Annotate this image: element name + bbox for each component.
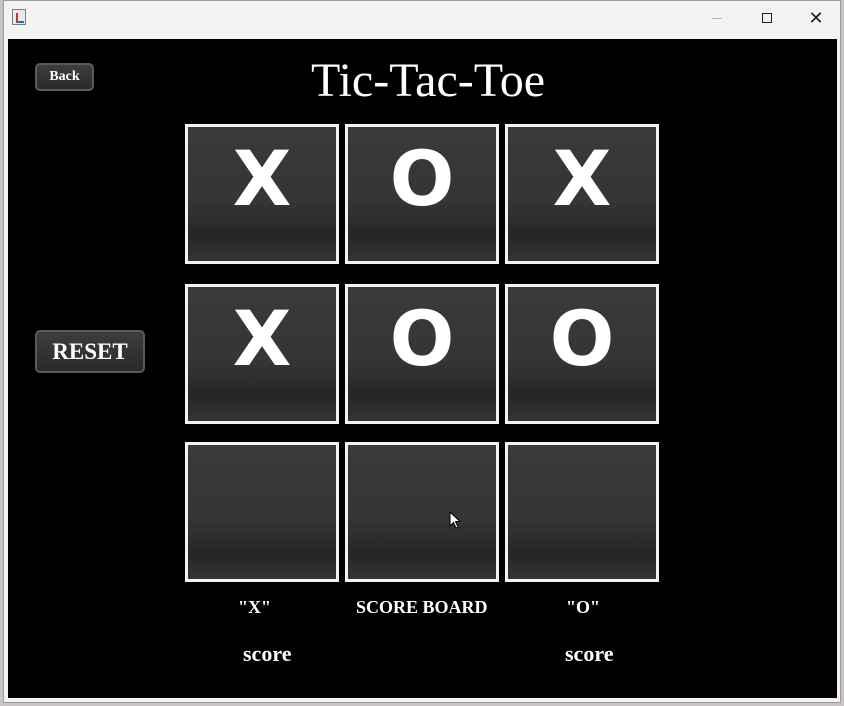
x-score-label: "X" xyxy=(238,597,271,617)
title-bar: ✕ xyxy=(4,1,840,37)
board-cell-r2c2[interactable]: O xyxy=(345,284,499,424)
o-score-value: score xyxy=(565,641,614,666)
reset-button[interactable]: RESET xyxy=(35,330,145,373)
app-window: ✕ Tic-Tac-Toe Back RESET X O X X O O "X"… xyxy=(3,0,841,703)
minimize-icon xyxy=(712,17,722,19)
minimize-button[interactable] xyxy=(694,1,740,35)
board-cell-r1c2[interactable]: O xyxy=(345,124,499,264)
board-cell-r1c3[interactable]: X xyxy=(505,124,659,264)
maximize-button[interactable] xyxy=(744,1,790,35)
mouse-cursor-icon xyxy=(449,511,461,529)
close-button[interactable]: ✕ xyxy=(793,1,839,35)
board-cell-r3c2[interactable] xyxy=(345,442,499,582)
x-score-value: score xyxy=(243,641,292,666)
maximize-icon xyxy=(762,13,772,23)
board-cell-r3c1[interactable] xyxy=(185,442,339,582)
game-panel: Tic-Tac-Toe Back RESET X O X X O O "X" S… xyxy=(8,39,837,698)
scoreboard-heading: SCORE BOARD xyxy=(356,597,488,617)
java-app-icon xyxy=(12,9,26,25)
back-button[interactable]: Back xyxy=(35,63,94,91)
board-cell-r2c3[interactable]: O xyxy=(505,284,659,424)
o-score-label: "O" xyxy=(566,597,600,617)
board-cell-r2c1[interactable]: X xyxy=(185,284,339,424)
page-title: Tic-Tac-Toe xyxy=(310,54,546,107)
board-cell-r1c1[interactable]: X xyxy=(185,124,339,264)
board-cell-r3c3[interactable] xyxy=(505,442,659,582)
